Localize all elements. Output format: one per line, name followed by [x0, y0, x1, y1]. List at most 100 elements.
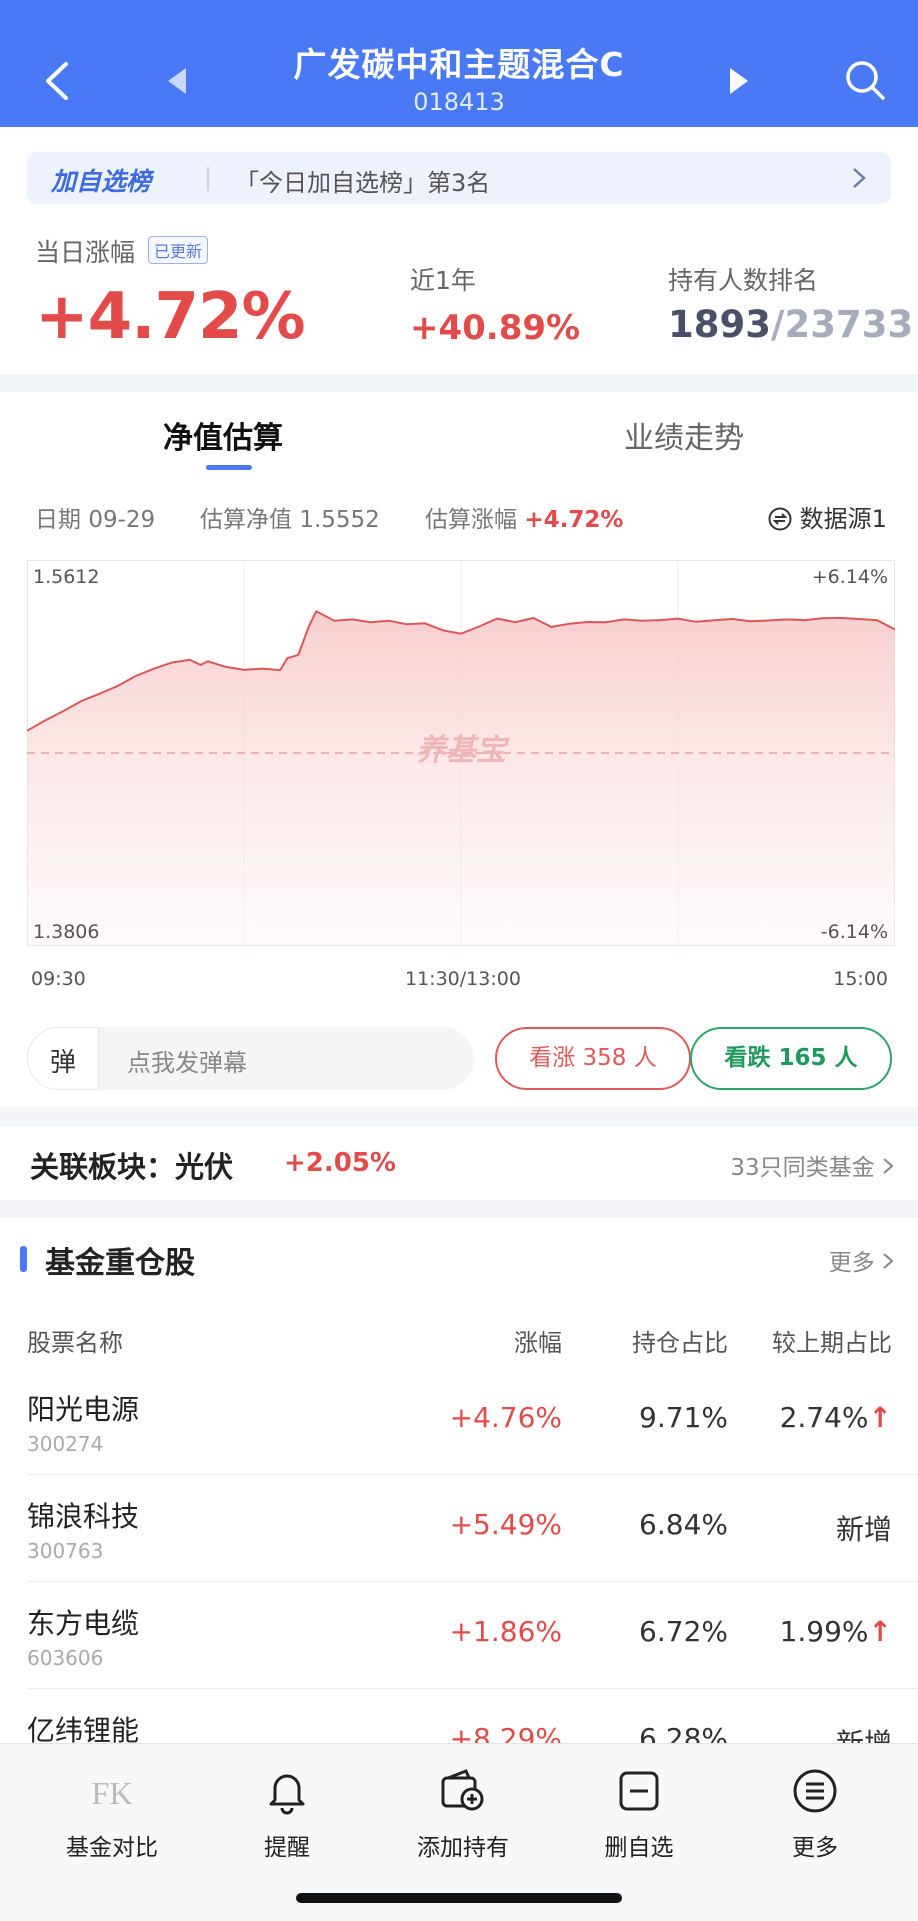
fund-code: 018413 [413, 88, 505, 116]
sector-change: +2.05% [284, 1148, 396, 1178]
stock-name: 东方电缆 [27, 1607, 140, 1640]
chevron-right-icon [883, 1253, 894, 1269]
nav-label: 估算净值 [200, 507, 292, 533]
stock-prev: 1.99%↑ [780, 1615, 892, 1648]
estimate-nav: 估算净值 1.5552 [200, 500, 380, 534]
nav-add-holding[interactable]: 添加持有 [383, 1766, 543, 1862]
col-header-hold: 持仓占比 [632, 1329, 728, 1357]
nav-value: 1.5552 [299, 507, 380, 533]
minus-square-icon [619, 1771, 659, 1811]
table-row[interactable]: 东方电缆 603606 +1.86% 6.72% 1.99%↑ [0, 1582, 918, 1689]
holders-total: /23733 [770, 303, 914, 346]
holdings-title: 基金重仓股 [45, 1246, 195, 1281]
col-header-change: 涨幅 [514, 1329, 562, 1357]
col-header-prev: 较上期占比 [772, 1329, 892, 1357]
rank-tag: 加自选榜 [51, 167, 152, 196]
svg-text:FK: FK [92, 1775, 133, 1811]
nav-remove-watchlist[interactable]: 删自选 [559, 1766, 719, 1862]
tab-performance[interactable]: 业绩走势 [624, 413, 744, 457]
estimate-change: 估算涨幅 +4.72% [425, 500, 623, 534]
vote-bull-button[interactable]: 看涨 358 人 [495, 1027, 691, 1090]
nav-more[interactable]: 更多 [735, 1766, 895, 1862]
stock-prev: 新增 [836, 1508, 892, 1548]
rank-text: 「今日加自选榜」第3名 [235, 169, 491, 197]
data-source-switch[interactable]: 数据源1 [768, 499, 887, 534]
one-year-value: +40.89% [410, 308, 581, 348]
menu-circle-icon [793, 1769, 837, 1813]
stock-change: +5.49% [449, 1508, 562, 1541]
nav-label: 添加持有 [417, 1835, 509, 1861]
section-accent [20, 1246, 27, 1272]
nav-label: 提醒 [264, 1835, 310, 1861]
sector-label: 关联板块：光伏 [30, 1150, 234, 1184]
divider [207, 167, 209, 191]
next-fund-icon[interactable] [728, 66, 750, 96]
table-row[interactable]: 锦浪科技 300763 +5.49% 6.84% 新增 [0, 1475, 918, 1582]
stock-code: 300763 [27, 1539, 104, 1563]
stock-hold: 6.72% [639, 1615, 728, 1648]
date-value: 09-29 [88, 507, 156, 533]
similar-funds-text: 33只同类基金 [730, 1155, 875, 1181]
stock-prev-value: 新增 [835, 1513, 892, 1546]
stock-name: 锦浪科技 [27, 1500, 140, 1533]
vote-bear-button[interactable]: 看跌 165 人 [690, 1027, 892, 1090]
chart-pct-min: -6.14% [820, 921, 888, 943]
nav-remind[interactable]: 提醒 [207, 1766, 367, 1862]
nav-compare[interactable]: FK 基金对比 [32, 1766, 192, 1862]
stock-change: +1.86% [449, 1615, 562, 1648]
daily-change-label: 当日涨幅 [35, 238, 136, 267]
compare-icon: FK [92, 1775, 133, 1811]
stock-prev-value: 2.74% [779, 1401, 869, 1434]
date-label: 日期 [35, 507, 81, 533]
switch-icon [768, 507, 792, 531]
similar-funds-link[interactable]: 33只同类基金 [730, 1148, 894, 1182]
fund-title: 广发碳中和主题混合C [293, 45, 625, 84]
chg-value: +4.72% [524, 507, 624, 533]
arrow-up-icon: ↑ [868, 1401, 892, 1434]
tab-nav-estimate[interactable]: 净值估算 [163, 413, 283, 457]
stock-change: +4.76% [449, 1401, 562, 1434]
nav-label: 更多 [792, 1835, 838, 1861]
estimate-date: 日期 09-29 [35, 500, 155, 534]
chart-pct-max: +6.14% [811, 566, 888, 588]
holdings-more-link[interactable]: 更多 [829, 1243, 894, 1277]
danmu-icon[interactable]: 弹 [27, 1027, 99, 1090]
col-header-name: 股票名称 [27, 1329, 123, 1357]
arrow-up-icon: ↑ [868, 1615, 892, 1648]
chart-y-min: 1.3806 [33, 921, 100, 943]
chart-area-fill [27, 611, 895, 946]
chart-y-max: 1.5612 [33, 566, 100, 588]
time-label-open: 09:30 [31, 968, 86, 990]
search-icon[interactable] [843, 58, 887, 102]
chevron-right-icon [853, 168, 866, 188]
stock-code: 603606 [27, 1646, 104, 1670]
stock-prev-value: 1.99% [779, 1615, 869, 1648]
chart-watermark: 养基宝 [416, 733, 510, 768]
danmu-placeholder: 点我发弹幕 [127, 1049, 247, 1077]
estimate-chart: 养基宝 [27, 560, 895, 946]
chevron-right-icon [883, 1158, 894, 1174]
holders-rank-label: 持有人数排名 [668, 266, 819, 295]
time-label-mid: 11:30/13:00 [405, 968, 521, 990]
one-year-label: 近1年 [410, 266, 476, 295]
data-source-label: 数据源1 [799, 505, 887, 533]
bell-icon [269, 1774, 305, 1815]
top-header: 广发碳中和主题混合C 018413 [0, 0, 918, 127]
stock-hold: 6.84% [639, 1508, 728, 1541]
stock-name: 阳光电源 [27, 1393, 140, 1426]
daily-change-value: +4.72% [35, 280, 306, 354]
active-tab-indicator [206, 465, 252, 470]
danmu-input[interactable]: 弹 点我发弹幕 [27, 1027, 474, 1090]
danmu-icon-glyph: 弹 [50, 1048, 77, 1078]
table-row[interactable]: 阳光电源 300274 +4.76% 9.71% 2.74%↑ [0, 1368, 918, 1475]
stock-hold: 9.71% [639, 1401, 728, 1434]
more-text: 更多 [828, 1250, 875, 1276]
nav-label: 基金对比 [66, 1835, 158, 1861]
time-label-close: 15:00 [833, 968, 888, 990]
watchlist-rank-banner[interactable]: 加自选榜 「今日加自选榜」第3名 [27, 152, 891, 204]
holders-rank: 1893 [668, 303, 771, 346]
wallet-add-icon [441, 1769, 484, 1811]
holders-rank-value: 1893/23733 [668, 303, 913, 346]
home-indicator [296, 1893, 622, 1903]
nav-label: 删自选 [604, 1835, 674, 1861]
